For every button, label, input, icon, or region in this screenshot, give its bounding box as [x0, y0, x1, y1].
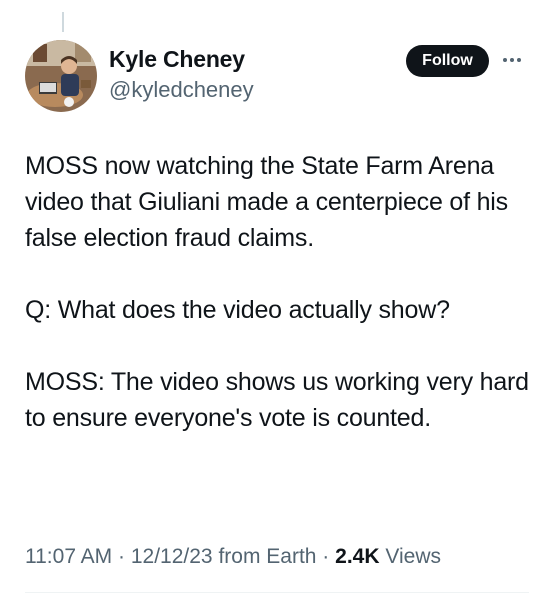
- tweet-paragraph: MOSS now watching the State Farm Arena v…: [25, 152, 508, 252]
- meta-separator: ·: [112, 545, 131, 568]
- avatar-photo-icon: [25, 40, 97, 112]
- more-horizontal-icon: [503, 58, 521, 62]
- tweet-source: from Earth: [218, 545, 317, 568]
- views-count: 2.4K: [335, 545, 380, 568]
- tweet-header: Kyle Cheney @kyledcheney Follow: [25, 40, 529, 112]
- tweet-time[interactable]: 11:07 AM: [25, 545, 112, 568]
- author-handle[interactable]: @kyledcheney: [109, 77, 254, 103]
- follow-button[interactable]: Follow: [406, 45, 489, 77]
- tweet-paragraph: Q: What does the video actually show?: [25, 296, 450, 324]
- author-name[interactable]: Kyle Cheney: [109, 46, 245, 73]
- more-options-button[interactable]: [500, 51, 524, 69]
- tweet-text: MOSS now watching the State Farm Arena v…: [25, 148, 530, 436]
- thread-connector-line: [62, 12, 64, 32]
- divider: [25, 592, 529, 593]
- tweet-paragraph: MOSS: The video shows us working very ha…: [25, 368, 529, 432]
- avatar[interactable]: [25, 40, 97, 112]
- views-label: Views: [385, 545, 441, 568]
- tweet-metadata: 11:07 AM · 12/12/23 from Earth · 2.4K Vi…: [25, 545, 441, 569]
- tweet-date[interactable]: 12/12/23: [131, 545, 213, 568]
- meta-separator: ·: [316, 545, 336, 568]
